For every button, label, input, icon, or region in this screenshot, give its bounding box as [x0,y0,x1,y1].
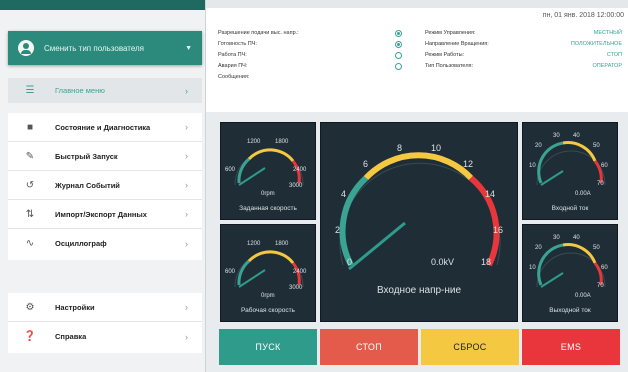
history-icon: ↺ [25,179,35,191]
sidebar-item-import-export[interactable]: ⇅ Импорт/Экспорт Данных › [8,200,202,229]
status-indicator-hv [395,30,402,37]
sidebar: Сменить тип пользователя ▼ ☰ Главное мен… [0,0,206,372]
datetime: пн, 01 янв. 2018 12:00:00 [542,12,624,19]
status-label: Тип Пользователя: [425,63,474,69]
menu-icon: ☰ [25,85,35,96]
main-menu-item[interactable]: ☰ Главное меню › [8,78,202,103]
sidebar-item-help[interactable]: ❓ Справка › [8,322,202,351]
sidebar-item-label: Осциллограф [55,239,107,248]
chevron-right-icon: › [185,180,188,190]
sidebar-header [0,0,205,10]
change-user-button[interactable]: Сменить тип пользователя ▼ [8,31,202,65]
status-indicator-work [395,52,402,59]
main-menu-label: Главное меню [55,86,105,95]
gauge-value: 0.0kV [431,257,455,267]
chevron-right-icon: › [185,209,188,219]
status-label: Готовность ПЧ: [218,41,257,47]
chevron-right-icon: › [185,302,188,312]
oscilloscope-icon: ∿ [25,238,35,249]
gauge-set-speed: 600 1200 1800 2400 3000 0rpm Заданная ск… [220,122,316,220]
sidebar-item-label: Быстрый Запуск [55,151,118,161]
chevron-right-icon: › [185,85,188,96]
gauge-label: Входной ток [551,205,589,212]
gauge-value: 0.00A [575,293,591,299]
import-export-icon: ⇅ [25,208,35,220]
gauge-unit: 0rpm [261,191,275,197]
gauge-label: Рабочая скорость [241,307,295,314]
status-label: Авария ПЧ: [218,63,248,69]
sidebar-item-event-log[interactable]: ↺ Журнал Событий › [8,171,202,200]
sidebar-item-oscilloscope[interactable]: ∿ Осциллограф › [8,229,202,258]
chevron-right-icon: › [185,331,188,342]
stop-button[interactable]: СТОП [320,329,418,365]
gauge-input-current: 10 20 30 40 50 60 70 0.00A Входной ток [522,122,618,220]
status-label: Режим Управления: [425,30,476,36]
gear-icon: ⚙ [25,301,35,313]
status-label: Направление Вращения: [425,41,489,47]
ems-button[interactable]: EMS [522,329,620,365]
nav-list: ■ Состояние и Диагностика › ✎ Быстрый За… [8,113,202,260]
sidebar-item-label: Настройки [55,302,95,312]
status-panel: пн, 01 янв. 2018 12:00:00 Разрешение под… [206,0,628,112]
edit-icon: ✎ [25,150,35,162]
sidebar-item-label: Справка [55,332,87,341]
gauge-work-speed: 600 1200 1800 2400 3000 0rpm Рабочая ско… [220,224,316,322]
status-value: СТОП [606,52,622,58]
status-indicator-fault [395,63,402,70]
status-label: Режим Работы: [425,52,465,58]
gauge-label: Выходной ток [549,307,591,314]
status-label: Разрешение подачи выс. напр.: [218,30,299,36]
chevron-right-icon: › [185,151,188,161]
monitor-icon: ■ [26,121,34,133]
reset-button[interactable]: СБРОС [421,329,519,365]
sidebar-item-label: Журнал Событий [55,180,120,190]
help-icon: ❓ [23,331,37,342]
gauge-value: 0.00A [575,191,591,197]
user-icon [18,40,34,56]
messages-label: Сообщения: [218,74,250,80]
change-user-label: Сменить тип пользователя [44,43,145,53]
gauge-label: Входное напр-ние [376,285,462,296]
sidebar-item-label: Состояние и Диагностика [55,122,151,132]
app: Сменить тип пользователя ▼ ☰ Главное мен… [0,0,628,372]
gauge-input-voltage: 0 2 4 6 8 10 12 14 16 18 0.0kV Входное н… [320,122,518,322]
chevron-down-icon: ▼ [185,44,192,52]
start-button[interactable]: ПУСК [219,329,317,365]
gauge-panel: 600 1200 1800 2400 3000 0rpm Заданная ск… [212,112,624,326]
nav-list-bottom: ⚙ Настройки › ❓ Справка › [8,293,202,353]
gauge-unit: 0rpm [261,293,275,299]
chevron-right-icon: › [185,238,188,249]
status-value: ПОЛОЖИТЕЛЬНОЕ [570,41,622,47]
status-label: Работа ПЧ: [218,52,247,58]
status-value: ОПЕРАТОР [592,63,623,69]
sidebar-item-label: Импорт/Экспорт Данных [55,209,147,219]
top-strip [206,0,628,8]
sidebar-item-diagnostics[interactable]: ■ Состояние и Диагностика › [8,113,202,142]
status-value: МЕСТНЫЙ [593,30,622,36]
status-indicator-ready [395,41,402,48]
sidebar-item-quick-start[interactable]: ✎ Быстрый Запуск › [8,142,202,171]
gauge-label: Заданная скорость [239,205,297,212]
gauge-output-current: 10 20 30 40 50 60 70 0.00A Выходной ток [522,224,618,322]
chevron-right-icon: › [185,122,188,132]
sidebar-item-settings[interactable]: ⚙ Настройки › [8,293,202,322]
